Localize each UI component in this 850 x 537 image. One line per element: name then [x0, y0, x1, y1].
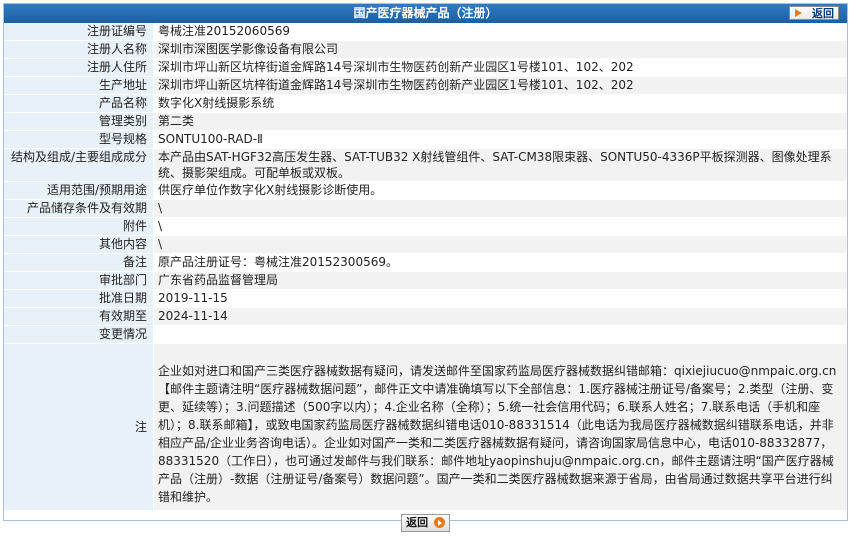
field-value: 本产品由SAT-HGF32高压发生器、SAT-TUB32 X射线管组件、SAT-… — [153, 148, 847, 182]
footer: 返回 — [4, 511, 847, 537]
field-label: 备注 — [4, 253, 154, 272]
note-label: 注 — [4, 343, 154, 511]
table-row: 适用范围/预期用途 供医疗单位作数字化X射线摄影诊断使用。 — [4, 181, 847, 200]
table-row: 备注 原产品注册证号：粤械注准20152300569。 — [4, 253, 847, 272]
field-value: \ — [153, 235, 847, 254]
field-label: 生产地址 — [4, 76, 154, 95]
field-value: 深圳市坪山新区坑梓街道金辉路14号深圳市生物医药创新产业园区1号楼101、102… — [153, 76, 847, 95]
table-row: 产品储存条件及有效期 \ — [4, 199, 847, 218]
table-row: 管理类别 第二类 — [4, 112, 847, 131]
table-row: 审批部门 广东省药品监督管理局 — [4, 271, 847, 290]
page-title: 国产医疗器械产品（注册） — [353, 6, 498, 20]
back-label: 返回 — [812, 7, 834, 20]
field-value: 原产品注册证号：粤械注准20152300569。 — [153, 253, 847, 272]
table-row: 注册人住所 深圳市坪山新区坑梓街道金辉路14号深圳市生物医药创新产业园区1号楼10… — [4, 58, 847, 77]
note-row: 注 企业如对进口和国产三类医疗器械数据有疑问，请发送邮件至国家药监局医疗器械数据… — [4, 343, 847, 511]
field-value: \ — [153, 199, 847, 218]
back-button-bottom[interactable]: 返回 — [401, 514, 450, 532]
back-button-top[interactable]: 返回 — [789, 6, 839, 20]
field-label: 注册证编号 — [4, 23, 154, 41]
table-row: 注册证编号 粤械注准20152060569 — [4, 23, 847, 41]
table-row: 生产地址 深圳市坪山新区坑梓街道金辉路14号深圳市生物医药创新产业园区1号楼101… — [4, 76, 847, 95]
field-label: 型号规格 — [4, 130, 154, 149]
field-label: 附件 — [4, 217, 154, 236]
field-value: 广东省药品监督管理局 — [153, 271, 847, 290]
table-row: 产品名称 数字化X射线摄影系统 — [4, 94, 847, 113]
field-label: 变更情况 — [4, 325, 154, 344]
field-value: 深圳市深图医学影像设备有限公司 — [153, 40, 847, 59]
table-row: 附件 \ — [4, 217, 847, 236]
field-label: 有效期至 — [4, 307, 154, 326]
field-label: 批准日期 — [4, 289, 154, 308]
field-value: \ — [153, 217, 847, 236]
table-row: 结构及组成/主要组成成分 本产品由SAT-HGF32高压发生器、SAT-TUB32… — [4, 148, 847, 182]
table-row: 批准日期 2019-11-15 — [4, 289, 847, 308]
field-label: 产品储存条件及有效期 — [4, 199, 154, 218]
table-row: 型号规格 SONTU100-RAD-Ⅱ — [4, 130, 847, 149]
detail-panel: 国产医疗器械产品（注册） 返回 注册证编号 粤械注准20152060569 注册人名… — [3, 3, 848, 532]
table-row: 注册人名称 深圳市深图医学影像设备有限公司 — [4, 40, 847, 59]
field-label: 审批部门 — [4, 271, 154, 290]
table-row: 其他内容 \ — [4, 235, 847, 254]
field-value: SONTU100-RAD-Ⅱ — [153, 130, 847, 149]
field-value — [153, 325, 847, 344]
table-row: 变更情况 — [4, 325, 847, 344]
field-value: 深圳市坪山新区坑梓街道金辉路14号深圳市生物医药创新产业园区1号楼101、102… — [153, 58, 847, 77]
field-label: 注册人名称 — [4, 40, 154, 59]
field-label: 适用范围/预期用途 — [4, 181, 154, 200]
arrow-right-icon — [795, 9, 802, 17]
field-label: 结构及组成/主要组成成分 — [4, 148, 154, 182]
note-text: 企业如对进口和国产三类医疗器械数据有疑问，请发送邮件至国家药监局医疗器械数据纠错… — [153, 343, 847, 511]
field-value: 2019-11-15 — [153, 289, 847, 308]
field-value: 数字化X射线摄影系统 — [153, 94, 847, 113]
field-value: 2024-11-14 — [153, 307, 847, 326]
table-row: 有效期至 2024-11-14 — [4, 307, 847, 326]
field-label: 管理类别 — [4, 112, 154, 131]
field-label: 产品名称 — [4, 94, 154, 113]
field-value: 第二类 — [153, 112, 847, 131]
field-label: 其他内容 — [4, 235, 154, 254]
header-bar: 国产医疗器械产品（注册） 返回 — [4, 4, 847, 23]
field-value: 粤械注准20152060569 — [153, 23, 847, 41]
field-label: 注册人住所 — [4, 58, 154, 77]
field-value: 供医疗单位作数字化X射线摄影诊断使用。 — [153, 181, 847, 200]
detail-table: 注册证编号 粤械注准20152060569 注册人名称 深圳市深图医学影像设备有限公司… — [4, 23, 847, 511]
